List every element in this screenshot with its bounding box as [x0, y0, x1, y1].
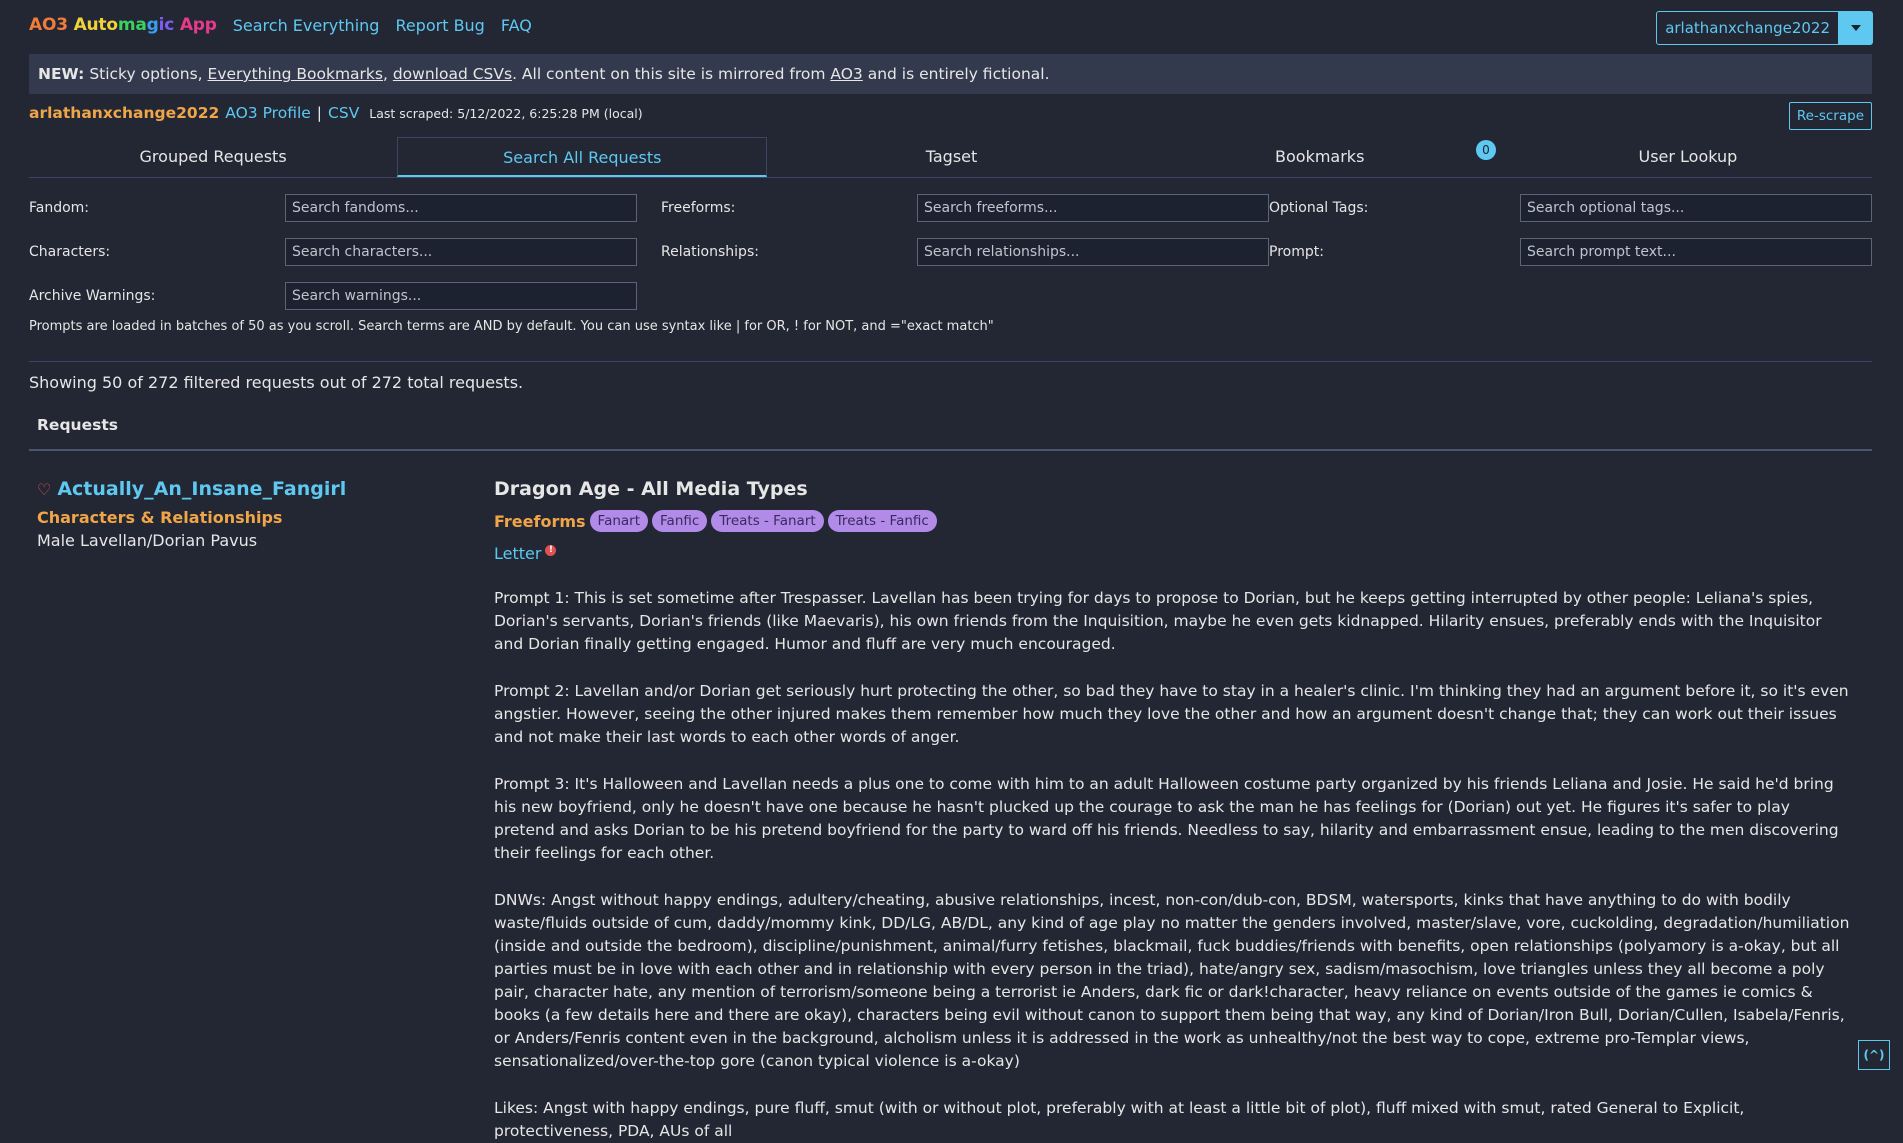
chevron-down-icon[interactable]: [1839, 11, 1873, 45]
nav-report-bug[interactable]: Report Bug: [395, 16, 484, 35]
tag[interactable]: Fanfic: [652, 510, 708, 532]
divider: [29, 449, 1872, 451]
scroll-to-top-button[interactable]: (^): [1858, 1040, 1890, 1070]
nav-faq[interactable]: FAQ: [501, 16, 532, 35]
relationships-input[interactable]: Search relationships...: [917, 238, 1269, 266]
search-hint: Prompts are loaded in batches of 50 as y…: [29, 319, 994, 334]
request-fandom: Dragon Age - All Media Types: [494, 478, 808, 500]
nav-search-everything[interactable]: Search Everything: [233, 16, 380, 35]
tab-search-all-requests[interactable]: Search All Requests: [397, 137, 768, 177]
freeforms-label: Freeforms:: [661, 200, 736, 216]
heart-icon[interactable]: ♡: [37, 480, 51, 499]
banner-text: and is entirely fictional.: [862, 65, 1050, 83]
brand-part[interactable]: App: [174, 15, 217, 35]
separator: |: [316, 104, 323, 122]
requester[interactable]: ♡ Actually_An_Insane_Fangirl: [37, 478, 457, 500]
optional-tags-label: Optional Tags:: [1269, 200, 1369, 216]
banner-text: Sticky options,: [84, 65, 208, 83]
alert-icon: !: [545, 545, 557, 556]
top-nav: AO3 Automagic App Search Everything Repo…: [29, 12, 532, 38]
brand-part[interactable]: ic: [159, 15, 175, 35]
category-label: Characters & Relationships: [37, 508, 283, 527]
archive-warnings-input[interactable]: Search warnings...: [285, 282, 637, 310]
prompt-text: Prompt 2: Lavellan and/or Dorian get ser…: [494, 682, 1849, 746]
user-info-line: arlathanxchange2022 AO3 Profile | CSV La…: [29, 104, 643, 122]
bookmarks-count-badge: 0: [1476, 140, 1496, 160]
tab-bookmarks[interactable]: Bookmarks: [1136, 137, 1504, 177]
prompt-text: Prompt 3: It's Halloween and Lavellan ne…: [494, 775, 1839, 862]
brand-part[interactable]: ma: [118, 15, 147, 35]
relationships-label: Relationships:: [661, 244, 759, 260]
divider: [29, 361, 1872, 362]
current-username: arlathanxchange2022: [29, 104, 220, 122]
freeforms-row: Freeforms Fanart Fanfic Treats - Fanart …: [494, 510, 1854, 532]
tag[interactable]: Treats - Fanart: [711, 510, 824, 532]
brand-part[interactable]: g: [147, 15, 159, 35]
banner-text: ,: [382, 65, 393, 83]
user-dropdown[interactable]: arlathanxchange2022: [1656, 11, 1873, 45]
characters-label: Characters:: [29, 244, 111, 260]
category-value: Male Lavellan/Dorian Pavus: [37, 531, 258, 550]
banner-text: . All content on this site is mirrored f…: [512, 65, 831, 83]
characters-input[interactable]: Search characters...: [285, 238, 637, 266]
prompt-label: Prompt:: [1269, 244, 1324, 260]
letter-link[interactable]: Letter: [494, 544, 541, 563]
tab-user-lookup[interactable]: User Lookup: [1504, 137, 1872, 177]
request-requester-column: ♡ Actually_An_Insane_Fangirl Characters …: [37, 478, 457, 550]
download-csvs-link[interactable]: download CSVs: [393, 65, 512, 83]
banner-new-label: NEW:: [38, 65, 85, 83]
announcement-banner: NEW: Sticky options, Everything Bookmark…: [29, 54, 1872, 94]
requests-heading: Requests: [37, 416, 118, 434]
csv-link[interactable]: CSV: [328, 104, 359, 122]
tag[interactable]: Fanart: [589, 510, 649, 532]
brand-part[interactable]: AO3: [29, 15, 74, 35]
archive-warnings-label: Archive Warnings:: [29, 288, 156, 304]
tab-tagset[interactable]: Tagset: [767, 137, 1135, 177]
fandom-label: Fandom:: [29, 200, 90, 216]
request-details: Dragon Age - All Media Types Freeforms F…: [494, 478, 1854, 1143]
prompt-text: Likes: Angst with happy endings, pure fl…: [494, 1099, 1745, 1140]
ao3-profile-link[interactable]: AO3 Profile: [225, 104, 311, 122]
freeforms-label: Freeforms: [494, 511, 586, 531]
main-tabs: Grouped Requests Search All Requests Tag…: [29, 137, 1872, 178]
letter-row: Letter !: [494, 544, 1854, 563]
optional-tags-input[interactable]: Search optional tags...: [1520, 194, 1872, 222]
prompt-text: Prompt 1: This is set sometime after Tre…: [494, 589, 1822, 653]
brand-part[interactable]: Auto: [74, 15, 118, 35]
tag[interactable]: Treats - Fanfic: [827, 510, 937, 532]
results-count: Showing 50 of 272 filtered requests out …: [29, 373, 524, 392]
rescrape-button[interactable]: Re-scrape: [1788, 102, 1872, 130]
prompt-input[interactable]: Search prompt text...: [1520, 238, 1872, 266]
ao3-link[interactable]: AO3: [830, 65, 862, 83]
user-dropdown-label[interactable]: arlathanxchange2022: [1656, 11, 1839, 45]
everything-bookmarks-link[interactable]: Everything Bookmarks: [208, 65, 383, 83]
last-scraped: Last scraped: 5/12/2022, 6:25:28 PM (loc…: [369, 106, 643, 121]
freeforms-input[interactable]: Search freeforms...: [917, 194, 1269, 222]
requester-name[interactable]: Actually_An_Insane_Fangirl: [57, 478, 346, 500]
app-logo[interactable]: AO3 Automagic App: [29, 15, 217, 35]
fandom-input[interactable]: Search fandoms...: [285, 194, 637, 222]
tab-grouped-requests[interactable]: Grouped Requests: [29, 137, 397, 177]
prompt-text: DNWs: Angst without happy endings, adult…: [494, 891, 1850, 1070]
